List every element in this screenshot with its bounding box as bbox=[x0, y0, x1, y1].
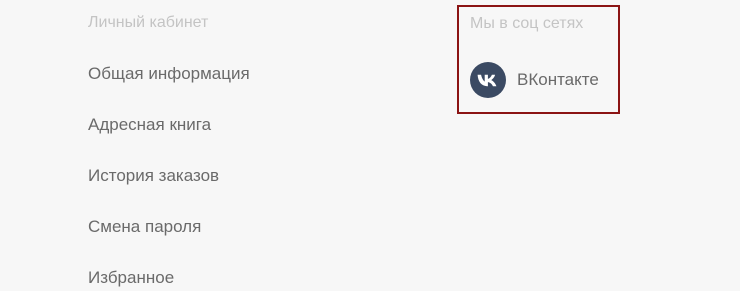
vk-link[interactable]: ВКонтакте bbox=[470, 62, 599, 98]
account-link-item: Смена пароля bbox=[88, 216, 250, 238]
general-info-link[interactable]: Общая информация bbox=[88, 64, 250, 83]
order-history-link[interactable]: История заказов bbox=[88, 166, 219, 185]
account-link-item: Избранное bbox=[88, 267, 250, 289]
account-link-item: Адресная книга bbox=[88, 114, 250, 136]
social-heading: Мы в соц сетях bbox=[470, 15, 584, 32]
account-heading: Личный кабинет bbox=[88, 14, 209, 31]
address-book-link[interactable]: Адресная книга bbox=[88, 115, 211, 134]
account-links-list: Общая информация Адресная книга История … bbox=[88, 63, 250, 289]
account-link-item: Общая информация bbox=[88, 63, 250, 85]
vk-icon bbox=[470, 62, 506, 98]
vk-label: ВКонтакте bbox=[517, 70, 599, 89]
change-password-link[interactable]: Смена пароля bbox=[88, 217, 201, 236]
favorites-link[interactable]: Избранное bbox=[88, 268, 174, 287]
social-column: Мы в соц сетях ВКонтакте bbox=[457, 5, 620, 114]
account-link-item: История заказов bbox=[88, 165, 250, 187]
account-column: Личный кабинет Общая информация Адресная… bbox=[88, 12, 250, 289]
footer: Личный кабинет Общая информация Адресная… bbox=[0, 0, 740, 291]
